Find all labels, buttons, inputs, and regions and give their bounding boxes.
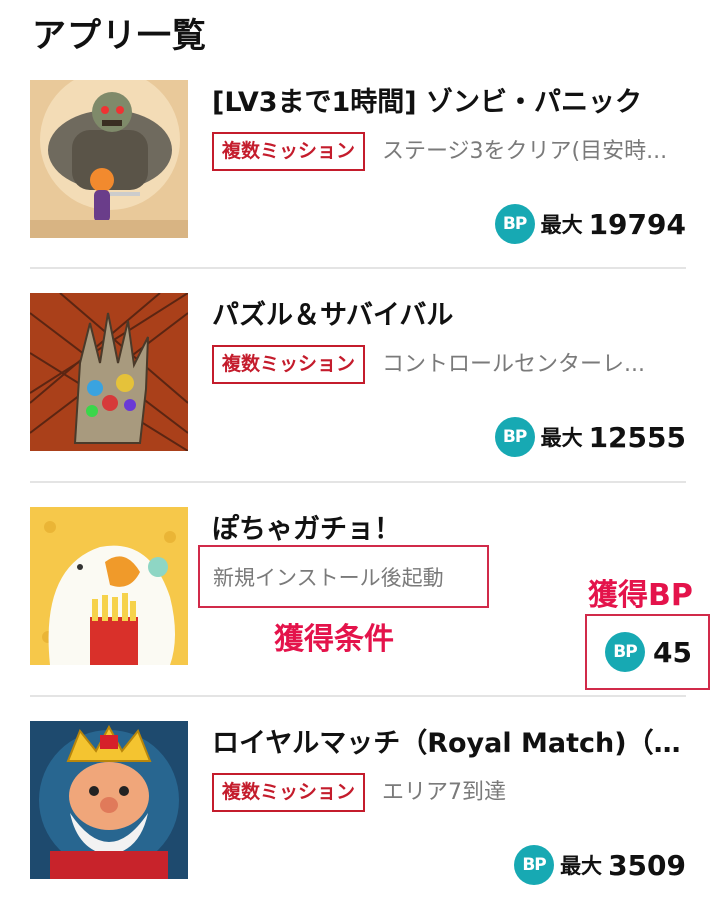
app-thumbnail[interactable] <box>30 293 188 451</box>
app-name[interactable]: ロイヤルマッチ（Royal Match)（多... <box>212 721 686 760</box>
reward-value: 45 <box>653 635 692 669</box>
page-title: アプリ一覧 <box>32 16 207 56</box>
mission-description: コントロールセンターレ... <box>382 352 645 377</box>
mission-badge: 複数ミッション <box>212 132 366 171</box>
reward: BP 最大 12555 <box>494 417 686 457</box>
reward-prefix: 最大 <box>540 213 583 237</box>
mission-badge: 複数ミッション <box>212 773 366 812</box>
reward-value: 19794 <box>588 207 686 241</box>
app-list-item[interactable]: パズル＆サバイバル 複数ミッション コントロールセンターレ... BP 最大 1… <box>30 293 686 457</box>
app-thumbnail[interactable] <box>30 80 188 238</box>
reward-prefix: 最大 <box>540 426 583 450</box>
app-list-item[interactable]: ロイヤルマッチ（Royal Match)（多... 複数ミッション エリア7到達… <box>30 721 686 885</box>
mission-description: エリア7到達 <box>382 780 506 805</box>
app-thumbnail[interactable] <box>30 507 188 665</box>
mission-description: 新規インストール後起動 <box>213 566 444 590</box>
reward: BP 最大 19794 <box>494 204 686 244</box>
reward: BP 最大 3509 <box>514 845 686 885</box>
bp-icon: BP <box>494 417 535 457</box>
bp-highlight-box: BP 45 <box>585 614 710 690</box>
bp-icon: BP <box>605 632 645 672</box>
divider <box>30 481 686 483</box>
bp-annotation-label: 獲得BP <box>588 578 693 613</box>
reward-value: 12555 <box>588 420 686 454</box>
mission-description: ステージ3をクリア(目安時... <box>382 139 668 164</box>
app-name[interactable]: ぽちゃガチョ！ <box>212 507 686 546</box>
condition-annotation-label: 獲得条件 <box>274 622 394 657</box>
reward-prefix: 最大 <box>560 854 603 878</box>
bp-icon: BP <box>514 845 555 885</box>
mission-badge: 複数ミッション <box>212 345 366 384</box>
app-name[interactable]: パズル＆サバイバル <box>212 293 686 332</box>
divider <box>30 695 686 697</box>
bp-icon: BP <box>494 204 535 244</box>
app-thumbnail[interactable] <box>30 721 188 879</box>
app-name[interactable]: [LV3まで1時間] ゾンビ・パニック <box>212 80 686 119</box>
app-list-item[interactable]: [LV3まで1時間] ゾンビ・パニック 複数ミッション ステージ3をクリア(目安… <box>30 80 686 244</box>
reward-value: 3509 <box>608 848 686 882</box>
reward: BP 45 <box>605 632 692 672</box>
divider <box>30 267 686 269</box>
